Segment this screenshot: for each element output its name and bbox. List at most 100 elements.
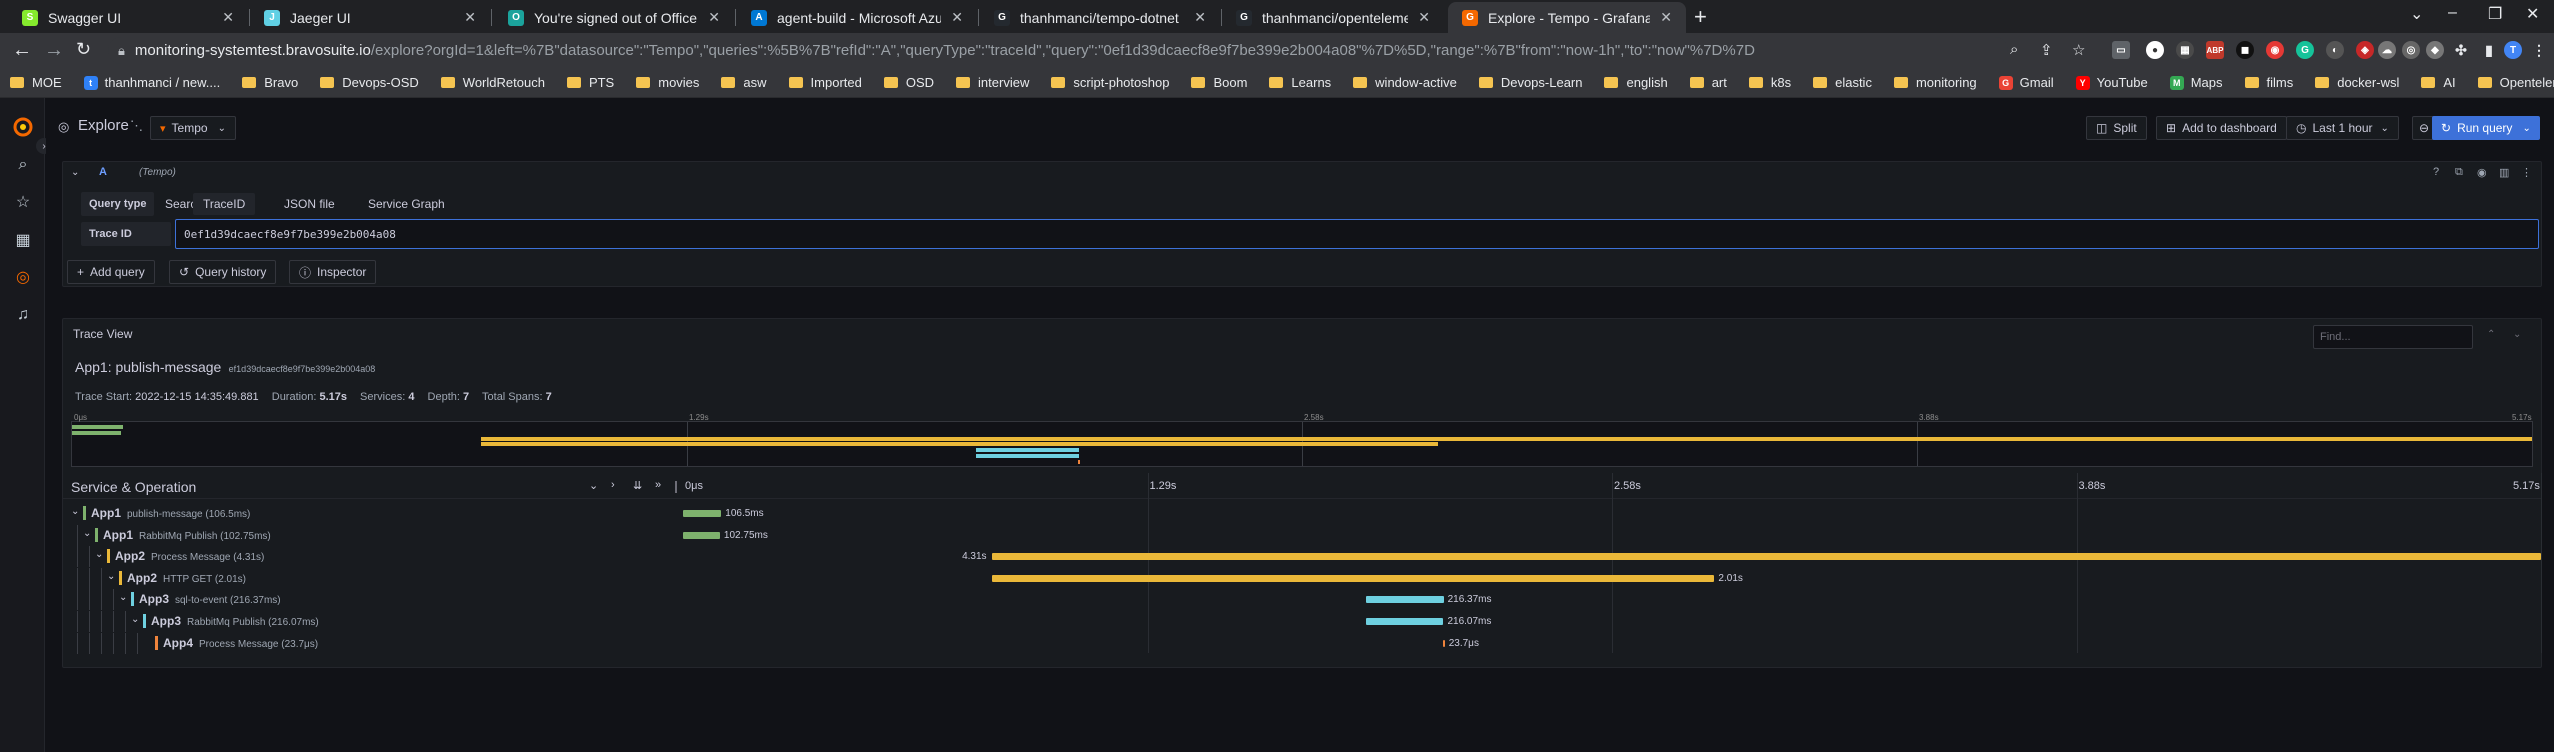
browser-tab[interactable]: Gthanhmanci/tempo-dotnet ✕	[980, 2, 1220, 33]
query-type-tab[interactable]: TraceID	[193, 193, 256, 215]
bookmark-item[interactable]: Boom	[1191, 75, 1247, 90]
extension-red2-icon[interactable]: ◈	[2356, 41, 2374, 59]
bookmark-item[interactable]: script-photoshop	[1051, 75, 1169, 90]
hide-eye-icon[interactable]: ◉	[2477, 166, 2487, 179]
span-row[interactable]: ⌄ App1 publish-message (106.5ms) 106.5ms	[63, 503, 2525, 524]
span-bar[interactable]	[1365, 618, 1444, 625]
collapse-one-icon[interactable]: ⌄	[589, 479, 598, 492]
bookmark-item[interactable]: AI	[2421, 75, 2456, 90]
alerting-bell-icon[interactable]: ♫	[12, 304, 34, 326]
add-query-button[interactable]: + Add query	[67, 260, 155, 284]
browser-tab[interactable]: J Jaeger UI ✕	[250, 2, 490, 33]
span-bar[interactable]	[992, 574, 1715, 582]
minimize-icon[interactable]: –	[2448, 4, 2457, 22]
run-query-button[interactable]: ↻ Run query ⌄	[2432, 116, 2540, 140]
span-bar[interactable]	[1365, 596, 1444, 604]
span-toggle-chevron-icon[interactable]: ⌄	[119, 592, 127, 603]
tab-close-icon[interactable]: ✕	[1418, 9, 1430, 26]
tab-close-icon[interactable]: ✕	[1660, 9, 1672, 26]
bookmark-item[interactable]: t thanhmanci / new....	[83, 75, 220, 90]
span-row[interactable]: ⌄ App2 HTTP GET (2.01s) 2.01s	[63, 567, 2525, 589]
bookmark-item[interactable]: Devops-OSD	[320, 75, 419, 90]
extension-dark-icon[interactable]: ◼	[2236, 41, 2254, 59]
span-row[interactable]: ⌄ App3 RabbitMq Publish (216.07ms) 216.07ms	[63, 611, 2525, 632]
dashboards-icon[interactable]: ▦	[12, 229, 34, 251]
span-row[interactable]: App4 Process Message (23.7μs) 23.7μs	[63, 632, 2525, 654]
span-toggle-chevron-icon[interactable]: ⌄	[131, 614, 139, 625]
collapse-chevron-icon[interactable]: ⌄	[71, 167, 79, 178]
split-button[interactable]: ◫ Split	[2086, 116, 2147, 140]
extension-target-icon[interactable]: ◎	[2402, 41, 2420, 59]
span-toggle-chevron-icon[interactable]: ⌄	[83, 528, 91, 539]
span-toggle-chevron-icon[interactable]: ⌄	[71, 506, 79, 517]
collapse-all-icon[interactable]: ⇊	[633, 479, 642, 492]
bookmark-item[interactable]: Devops-Learn	[1478, 75, 1582, 90]
extension-red-icon[interactable]: ◉	[2266, 41, 2284, 59]
bookmark-item[interactable]: interview	[956, 75, 1029, 90]
tab-close-icon[interactable]: ✕	[1194, 9, 1206, 26]
time-range-picker[interactable]: ◷ Last 1 hour ⌄	[2286, 116, 2399, 140]
restore-icon[interactable]: ❐	[2488, 4, 2502, 24]
query-type-tab[interactable]: Service Graph	[358, 193, 455, 215]
bookmark-item[interactable]: english	[1604, 75, 1668, 90]
sidebar-panel-icon[interactable]: ▮	[2480, 41, 2498, 59]
find-input[interactable]: Find...	[2313, 325, 2473, 349]
bookmark-item[interactable]: Imported	[788, 75, 862, 90]
bookmark-star-icon[interactable]: ☆	[2072, 41, 2085, 59]
extensions-puzzle-icon[interactable]: ✣	[2452, 41, 2470, 59]
span-row[interactable]: ⌄ App3 sql-to-event (216.37ms) 216.37ms	[63, 589, 2525, 611]
bookmark-item[interactable]: Bravo	[242, 75, 298, 90]
extension-tag-icon[interactable]: ◆	[2426, 41, 2444, 59]
bookmark-item[interactable]: G Gmail	[1998, 75, 2054, 90]
adblock-icon[interactable]: ABP	[2206, 41, 2224, 59]
grammarly-icon[interactable]: G	[2296, 41, 2314, 59]
trace-minimap[interactable]: 0μs 1.29s 2.58s 3.88s 5.17s	[71, 413, 2533, 467]
browser-tab[interactable]: O You're signed out of Office 365 ✕	[494, 2, 734, 33]
extension-gray-icon[interactable]: ◐	[2326, 41, 2344, 59]
span-bar[interactable]	[683, 531, 720, 539]
query-history-button[interactable]: ↺ Query history	[169, 260, 277, 284]
forward-icon[interactable]: →	[44, 39, 64, 62]
drag-handle-icon[interactable]: ⋮	[2521, 166, 2532, 179]
datasource-picker[interactable]: ▾ Tempo ⌄	[150, 116, 236, 140]
browser-tab[interactable]: G Explore - Tempo - Grafana ✕	[1448, 2, 1686, 33]
tab-close-icon[interactable]: ✕	[951, 9, 963, 26]
window-close-icon[interactable]: ✕	[2526, 4, 2539, 24]
expand-one-icon[interactable]: ›	[611, 479, 615, 491]
extension-cloud-icon[interactable]: ☁	[2378, 41, 2396, 59]
column-resize-handle[interactable]	[675, 481, 677, 493]
share-link-icon[interactable]: ⋱	[130, 118, 143, 134]
extension-grid-icon[interactable]: ▦	[2176, 41, 2194, 59]
url-field[interactable]: 🔒︎ monitoring-systemtest.bravosuite.io /…	[108, 37, 2008, 64]
bookmark-item[interactable]: Learns	[1269, 75, 1331, 90]
zoom-icon[interactable]: ⌕	[2010, 41, 2018, 58]
browser-tab[interactable]: S Swagger UI ✕	[8, 2, 248, 33]
new-tab-button[interactable]: +	[1694, 4, 1707, 30]
bookmark-item[interactable]: movies	[636, 75, 699, 90]
span-toggle-chevron-icon[interactable]: ⌄	[107, 571, 115, 582]
bookmark-item[interactable]: Y YouTube	[2075, 75, 2148, 90]
bookmark-item[interactable]: asw	[721, 75, 767, 90]
share-icon[interactable]: ⇪	[2040, 41, 2053, 59]
span-bar[interactable]	[1442, 639, 1445, 647]
bookmark-item[interactable]: k8s	[1748, 75, 1791, 90]
extension-screenshot-icon[interactable]: ▭	[2112, 41, 2130, 59]
browser-tab[interactable]: Gthanhmanci/opentelemetry-trac ✕	[1222, 2, 1444, 33]
tab-close-icon[interactable]: ✕	[222, 9, 234, 26]
bookmark-item[interactable]: Opentelemetry_C#	[2477, 75, 2554, 90]
tab-search-icon[interactable]: ⌄	[2410, 4, 2423, 24]
query-type-tab[interactable]: JSON file	[274, 193, 345, 215]
bookmark-item[interactable]: WorldRetouch	[440, 75, 545, 90]
tab-close-icon[interactable]: ✕	[464, 9, 476, 26]
bookmark-item[interactable]: window-active	[1353, 75, 1457, 90]
bookmark-item[interactable]: elastic	[1813, 75, 1872, 90]
span-row[interactable]: ⌄ App1 RabbitMq Publish (102.75ms) 102.75ms	[63, 524, 2525, 546]
bookmark-item[interactable]: M Maps	[2169, 75, 2223, 90]
duplicate-icon[interactable]: ⧉	[2455, 166, 2463, 179]
starred-icon[interactable]: ☆	[12, 191, 34, 213]
back-icon[interactable]: ←	[12, 39, 32, 62]
span-row[interactable]: ⌄ App2 Process Message (4.31s) 4.31s	[63, 546, 2541, 568]
bookmark-item[interactable]: PTS	[566, 75, 614, 90]
reload-icon[interactable]: ↻	[76, 39, 91, 60]
span-toggle-chevron-icon[interactable]: ⌄	[95, 549, 103, 560]
